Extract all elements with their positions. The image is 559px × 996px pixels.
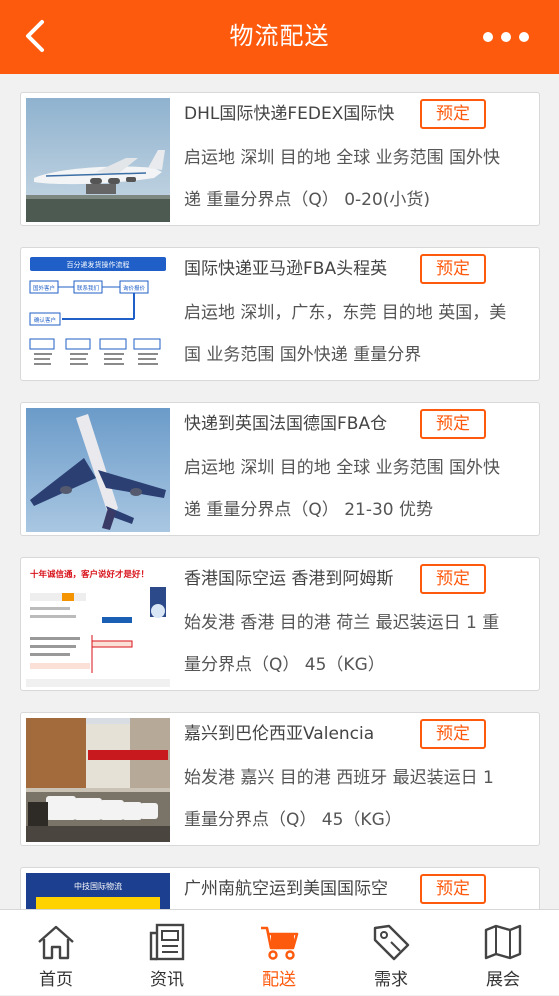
banner-heading: 中技国际物流 — [74, 881, 122, 891]
flowchart-thumbnail: 百分递发货操作流程 国外客户 联系我们 询价报价 确认客户 — [26, 253, 170, 377]
item-title: 快递到英国法国德国FBA仓 — [184, 414, 388, 434]
tab-delivery[interactable]: 配送 — [223, 910, 335, 996]
page-title: 物流配送 — [229, 22, 330, 50]
book-button[interactable]: 预定 — [420, 719, 486, 749]
book-button[interactable]: 预定 — [420, 254, 486, 284]
more-icon — [483, 27, 529, 46]
list-item[interactable]: 百分递发货操作流程 国外客户 联系我们 询价报价 确认客户 国际快递亚马逊FBA… — [20, 247, 540, 381]
item-description: 始发港 嘉兴 目的港 西班牙 最迟装运日 1 重量分界点（Q） 45（KG） — [184, 768, 494, 830]
svg-text:联系我们: 联系我们 — [77, 284, 100, 292]
item-title: 广州南航空运到美国国际空 — [184, 879, 388, 899]
svg-text:询价报价: 询价报价 — [123, 284, 146, 292]
tab-exhibition[interactable]: 展会 — [447, 910, 559, 996]
svg-text:确认客户: 确认客户 — [34, 316, 56, 324]
book-button[interactable]: 预定 — [420, 99, 486, 129]
tag-icon — [373, 924, 410, 961]
more-button[interactable] — [483, 27, 537, 47]
item-description: 始发港 香港 目的港 荷兰 最迟装运日 1 重量分界点（Q） 45（KG） — [184, 613, 500, 675]
promo-thumbnail: 十年诚信通，客户说好才是好！ — [26, 563, 170, 687]
book-button[interactable]: 预定 — [420, 409, 486, 439]
list-item[interactable]: 嘉兴到巴伦西亚Valencia 预定 始发港 嘉兴 目的港 西班牙 最迟装运日 … — [20, 712, 540, 846]
list-item[interactable]: 快递到英国法国德国FBA仓 预定 启运地 深圳 目的地 全球 业务范围 国外快递… — [20, 402, 540, 536]
home-icon — [38, 925, 74, 960]
flowchart-heading: 百分递发货操作流程 — [67, 260, 130, 269]
airplane-thumbnail — [26, 408, 170, 532]
tab-label: 配送 — [262, 970, 296, 990]
tab-home[interactable]: 首页 — [0, 910, 112, 996]
promo-heading: 十年诚信通，客户说好才是好！ — [30, 569, 149, 580]
tab-label: 展会 — [486, 970, 520, 990]
cargo-airplane-thumbnail — [26, 98, 170, 222]
item-title: 嘉兴到巴伦西亚Valencia — [184, 724, 375, 744]
item-title: 香港国际空运 香港到阿姆斯 — [184, 569, 394, 589]
list-item[interactable]: DHL国际快递FEDEX国际快 预定 启运地 深圳 目的地 全球 业务范围 国外… — [20, 92, 540, 226]
tab-demand[interactable]: 需求 — [335, 910, 447, 996]
item-title: DHL国际快递FEDEX国际快 — [184, 104, 395, 124]
list-item[interactable]: 中技国际物流 广州南航空运到美国国际空 预定 — [20, 867, 540, 909]
banner-thumbnail: 中技国际物流 — [26, 873, 170, 909]
logistics-list[interactable]: DHL国际快递FEDEX国际快 预定 启运地 深圳 目的地 全球 业务范围 国外… — [0, 74, 559, 909]
vans-thumbnail — [26, 718, 170, 842]
list-item[interactable]: 十年诚信通，客户说好才是好！ 香港国际空运 香港到阿姆斯 预定 始发港 香港 目… — [20, 557, 540, 691]
book-button[interactable]: 预定 — [420, 874, 486, 904]
app-header: 物流配送 — [0, 0, 559, 74]
map-icon — [484, 924, 522, 960]
svg-text:国外客户: 国外客户 — [33, 284, 55, 292]
tab-label: 首页 — [39, 970, 73, 990]
item-description: 启运地 深圳，广东，东莞 目的地 英国，美国 业务范围 国外快递 重量分界 — [184, 303, 507, 365]
cart-icon — [261, 926, 299, 960]
item-description: 启运地 深圳 目的地 全球 业务范围 国外快递 重量分界点（Q） 21-30 优… — [184, 458, 501, 520]
tab-news[interactable]: 资讯 — [111, 910, 223, 996]
bottom-tab-bar: 首页 资讯 配送 需求 展会 — [0, 909, 559, 995]
tab-label: 资讯 — [150, 970, 184, 990]
item-title: 国际快递亚马逊FBA头程英 — [184, 259, 388, 279]
item-description: 启运地 深圳 目的地 全球 业务范围 国外快递 重量分界点（Q） 0-20(小货… — [184, 148, 501, 210]
news-icon — [149, 923, 185, 961]
book-button[interactable]: 预定 — [420, 564, 486, 594]
tab-label: 需求 — [374, 970, 408, 990]
